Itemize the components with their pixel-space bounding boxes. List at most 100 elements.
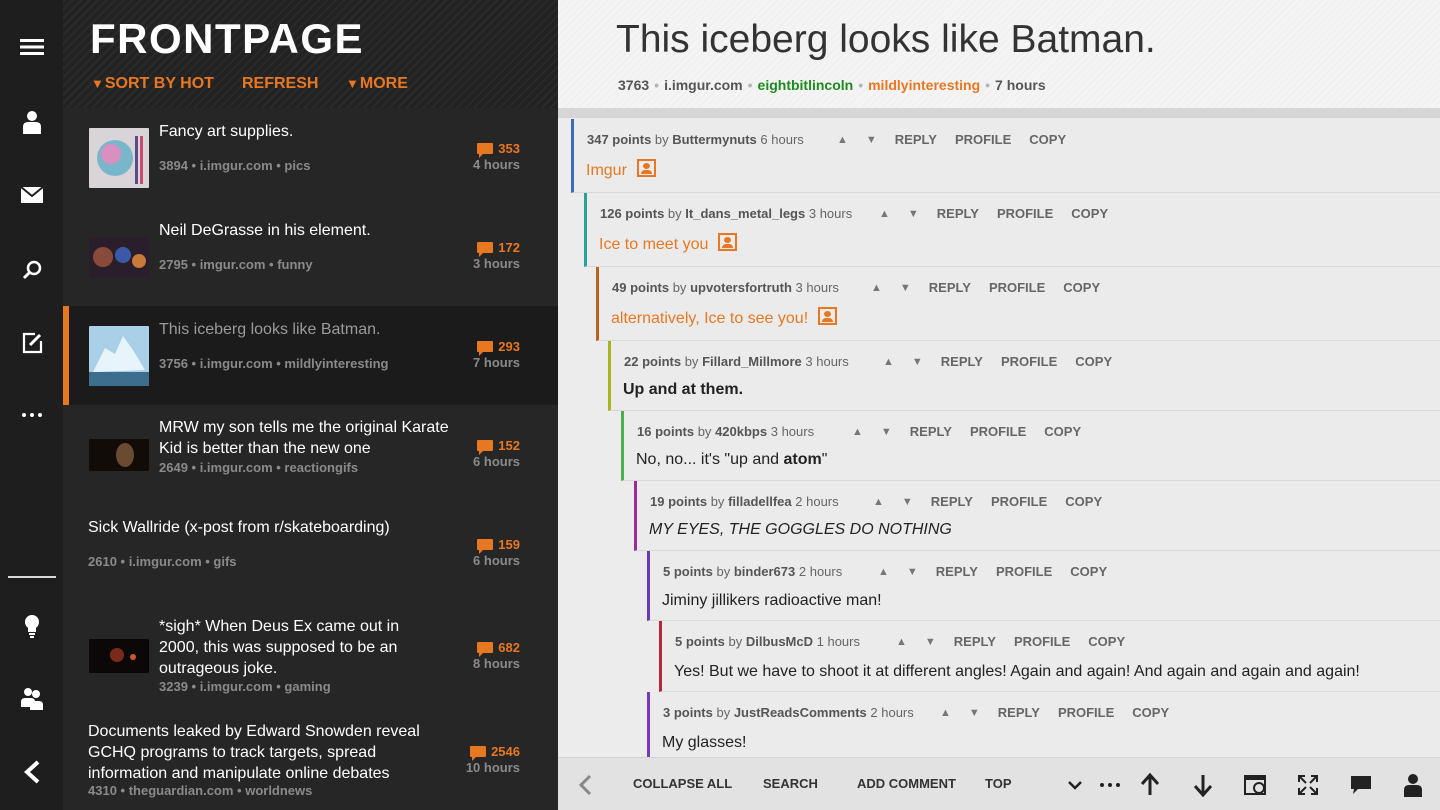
comment-author[interactable]: 420kbps <box>715 424 767 439</box>
profile-button[interactable]: PROFILE <box>970 424 1026 440</box>
copy-button[interactable]: COPY <box>1071 206 1108 222</box>
comment-body[interactable]: alternatively, Ice to see you! <box>611 307 838 330</box>
reply-button[interactable]: REPLY <box>936 564 978 580</box>
reply-button[interactable]: REPLY <box>954 634 996 650</box>
reply-button[interactable]: REPLY <box>929 280 971 296</box>
comment-author[interactable]: binder673 <box>734 564 795 579</box>
copy-button[interactable]: COPY <box>1065 494 1102 510</box>
copy-button[interactable]: COPY <box>1070 564 1107 580</box>
downvote-icon[interactable]: ▼ <box>907 564 918 580</box>
fullscreen-icon[interactable] <box>1294 771 1322 799</box>
comment-count[interactable]: 159 <box>477 537 520 554</box>
more-button[interactable]: ▼MORE <box>346 74 408 94</box>
back-chevron-icon[interactable] <box>0 747 63 797</box>
copy-button[interactable]: COPY <box>1075 354 1112 370</box>
copy-button[interactable]: COPY <box>1088 634 1125 650</box>
comment-count[interactable]: 293 <box>477 339 520 356</box>
user-icon[interactable] <box>1399 771 1427 799</box>
comment-icon[interactable] <box>1347 771 1375 799</box>
downvote-icon[interactable]: ▼ <box>912 354 923 370</box>
copy-button[interactable]: COPY <box>1063 280 1100 296</box>
chevron-down-icon[interactable] <box>1061 771 1089 799</box>
comment-author[interactable]: upvotersfortruth <box>690 280 792 295</box>
open-in-browser-icon[interactable] <box>1242 771 1270 799</box>
comment-count[interactable]: 152 <box>477 438 520 455</box>
hamburger-menu-icon[interactable] <box>0 22 63 72</box>
comment-author[interactable]: JustReadsComments <box>734 705 867 720</box>
copy-button[interactable]: COPY <box>1132 705 1169 721</box>
image-icon[interactable] <box>818 307 838 325</box>
post-author[interactable]: eightbitlincoln <box>758 77 854 93</box>
user-profile-icon[interactable] <box>0 97 63 147</box>
collapse-all-button[interactable]: COLLAPSE ALL <box>633 776 732 792</box>
post-item[interactable]: MRW my son tells me the original Karate … <box>63 405 558 504</box>
downvote-icon[interactable]: ▼ <box>969 705 980 721</box>
comment-author[interactable]: It_dans_metal_legs <box>685 206 805 221</box>
post-item[interactable]: Sick Wallride (x-post from r/skateboardi… <box>63 504 558 603</box>
sort-select[interactable]: TOP <box>985 776 1012 792</box>
reply-button[interactable]: REPLY <box>998 705 1040 721</box>
post-domain[interactable]: i.imgur.com <box>664 77 743 93</box>
reply-button[interactable]: REPLY <box>895 132 937 148</box>
post-item[interactable]: *sigh* When Deus Ex came out in 2000, th… <box>63 603 558 713</box>
comment-body[interactable]: Ice to meet you <box>599 233 738 256</box>
profile-button[interactable]: PROFILE <box>996 564 1052 580</box>
comment-body[interactable]: Imgur <box>586 159 656 182</box>
reply-button[interactable]: REPLY <box>941 354 983 370</box>
profile-button[interactable]: PROFILE <box>991 494 1047 510</box>
downvote-icon[interactable]: ▼ <box>925 634 936 650</box>
refresh-button[interactable]: REFRESH <box>242 74 318 94</box>
upvote-icon[interactable]: ▲ <box>878 564 889 580</box>
profile-button[interactable]: PROFILE <box>955 132 1011 148</box>
search-icon[interactable] <box>0 245 63 295</box>
post-subreddit[interactable]: mildlyinteresting <box>868 77 980 93</box>
post-item[interactable]: Neil DeGrasse in his element. 2795 • img… <box>63 207 558 306</box>
upvote-icon[interactable]: ▲ <box>871 280 882 296</box>
profile-button[interactable]: PROFILE <box>1058 705 1114 721</box>
profile-button[interactable]: PROFILE <box>1001 354 1057 370</box>
post-item[interactable]: Fancy art supplies. 3894 • i.imgur.com •… <box>63 108 558 207</box>
copy-button[interactable]: COPY <box>1029 132 1066 148</box>
reply-button[interactable]: REPLY <box>931 494 973 510</box>
comment-count[interactable]: 682 <box>477 640 520 657</box>
mail-icon[interactable] <box>0 170 63 220</box>
reply-button[interactable]: REPLY <box>910 424 952 440</box>
copy-button[interactable]: COPY <box>1044 424 1081 440</box>
comment-author[interactable]: Fillard_Millmore <box>702 354 802 369</box>
accounts-icon[interactable] <box>0 673 63 723</box>
image-icon[interactable] <box>718 233 738 251</box>
more-dots-icon[interactable] <box>0 390 63 440</box>
comment-count[interactable]: 172 <box>477 240 520 257</box>
arrow-down-icon[interactable] <box>1189 771 1217 799</box>
reply-button[interactable]: REPLY <box>937 206 979 222</box>
search-comments-button[interactable]: SEARCH <box>763 776 818 792</box>
upvote-icon[interactable]: ▲ <box>837 132 848 148</box>
downvote-icon[interactable]: ▼ <box>902 494 913 510</box>
downvote-icon[interactable]: ▼ <box>866 132 877 148</box>
add-comment-button[interactable]: ADD COMMENT <box>857 776 956 792</box>
image-icon[interactable] <box>636 159 656 177</box>
comment-author[interactable]: filladellfea <box>728 494 792 509</box>
profile-button[interactable]: PROFILE <box>989 280 1045 296</box>
upvote-icon[interactable]: ▲ <box>852 424 863 440</box>
comment-count[interactable]: 2546 <box>470 744 520 761</box>
upvote-icon[interactable]: ▲ <box>879 206 890 222</box>
upvote-icon[interactable]: ▲ <box>873 494 884 510</box>
arrow-up-icon[interactable] <box>1136 771 1164 799</box>
comment-author[interactable]: DilbusMcD <box>746 634 813 649</box>
upvote-icon[interactable]: ▲ <box>883 354 894 370</box>
lightbulb-icon[interactable] <box>0 601 63 651</box>
post-item-selected[interactable]: This iceberg looks like Batman. 3756 • i… <box>63 306 558 405</box>
upvote-icon[interactable]: ▲ <box>940 705 951 721</box>
post-item[interactable]: Documents leaked by Edward Snowden revea… <box>63 713 558 810</box>
upvote-icon[interactable]: ▲ <box>896 634 907 650</box>
downvote-icon[interactable]: ▼ <box>900 280 911 296</box>
downvote-icon[interactable]: ▼ <box>908 206 919 222</box>
comment-count[interactable]: 353 <box>477 141 520 158</box>
back-arrow-icon[interactable] <box>571 771 599 799</box>
sort-by-hot-button[interactable]: ▼SORT BY HOT <box>91 74 214 94</box>
compose-icon[interactable] <box>0 318 63 368</box>
profile-button[interactable]: PROFILE <box>997 206 1053 222</box>
profile-button[interactable]: PROFILE <box>1014 634 1070 650</box>
downvote-icon[interactable]: ▼ <box>881 424 892 440</box>
